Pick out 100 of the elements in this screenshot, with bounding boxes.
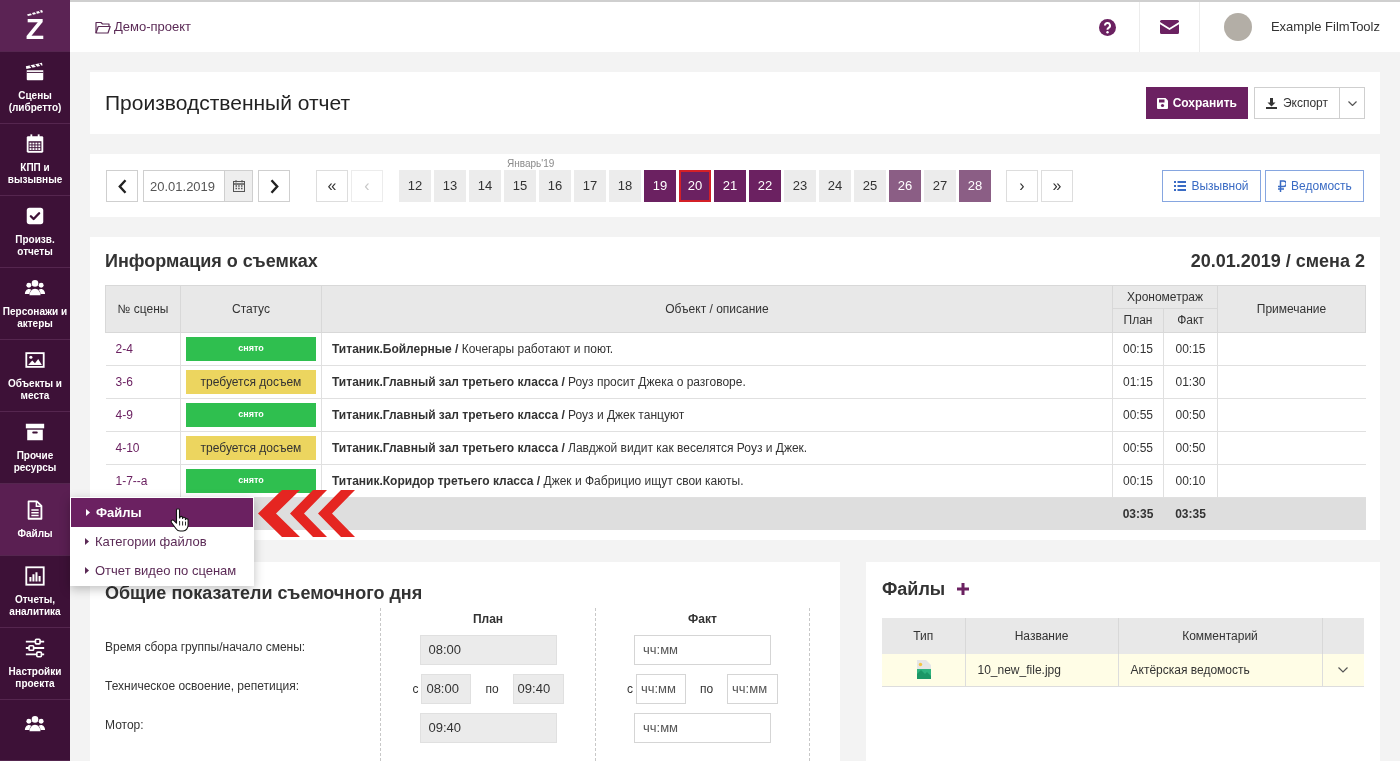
status-badge: требуется досъем	[186, 369, 316, 394]
image-file-icon	[915, 660, 931, 680]
day-button[interactable]: 27	[924, 170, 956, 202]
sidebar-item[interactable]: Файлы	[0, 484, 70, 556]
table-cell: 01:30	[1163, 365, 1218, 398]
chevron-arrow-icon	[258, 490, 355, 537]
range-label: с	[626, 680, 633, 698]
day-button[interactable]: 23	[784, 170, 816, 202]
clapperboard-icon	[24, 61, 46, 83]
archive-box-icon	[24, 421, 46, 443]
save-button[interactable]: Сохранить	[1145, 87, 1248, 119]
shift-date: 20.01.2019 / смена 2	[1190, 250, 1365, 273]
prev-date-button[interactable]	[106, 170, 138, 202]
day-button[interactable]: 24	[819, 170, 851, 202]
table-cell: 10_new_file.jpg	[965, 654, 1118, 686]
time-field[interactable]: чч:мм	[635, 673, 686, 704]
day-button[interactable]: 22	[749, 170, 781, 202]
table-cell: 00:50	[1163, 398, 1218, 431]
report-link-button[interactable]: Ведомость	[1265, 170, 1364, 202]
table-cell: Титаник.Главный зал третьего класса / Роуз и Джек танцуют	[321, 398, 1113, 431]
status-badge: снято	[186, 402, 316, 427]
list-icon	[1174, 180, 1187, 192]
status-badge: снято	[186, 468, 316, 493]
user-menu[interactable]: Example FilmToolz	[1223, 13, 1380, 41]
column-header: Хронометраж	[1112, 285, 1218, 308]
column-header: Название	[965, 618, 1118, 654]
scene-link[interactable]: 4-10	[115, 440, 140, 455]
download-icon	[1265, 97, 1277, 109]
table-cell: Титаник.Главный зал третьего класса / Роуз просит Джека о разговоре.	[321, 365, 1113, 398]
field-label: Мотор:	[105, 716, 144, 734]
plus-icon[interactable]	[957, 583, 970, 595]
table-cell: 00:50	[1163, 431, 1218, 464]
pager-button[interactable]: »	[1041, 170, 1073, 202]
day-button[interactable]: 18	[609, 170, 641, 202]
column-header: Объект / описание	[321, 285, 1113, 332]
scene-link[interactable]: 4-9	[115, 407, 133, 422]
chevron-down-icon[interactable]	[1338, 666, 1349, 673]
next-date-button[interactable]	[258, 170, 290, 202]
column-header: Тип	[882, 618, 965, 654]
export-button[interactable]: Экспорт	[1253, 87, 1340, 119]
day-button[interactable]: 13	[434, 170, 466, 202]
chevron-left-icon	[117, 178, 127, 194]
sliders-icon	[24, 637, 46, 659]
field-label: Время сбора группы/начало смены:	[105, 638, 306, 656]
status-badge: требуется досъем	[186, 435, 316, 460]
table-cell: 00:15	[1112, 464, 1164, 497]
day-button[interactable]: 21	[714, 170, 746, 202]
table-cell: 00:55	[1112, 398, 1164, 431]
menu-item[interactable]: Файлы	[71, 498, 253, 527]
column-header: Комментарий	[1118, 618, 1322, 654]
time-field[interactable]: чч:мм	[727, 673, 779, 704]
calendar-icon	[232, 180, 245, 192]
status-badge: снято	[186, 336, 316, 361]
time-field[interactable]: чч:мм	[634, 634, 771, 665]
date-field[interactable]: 20.01.2019	[143, 170, 225, 202]
day-button[interactable]: 15	[504, 170, 536, 202]
scene-link[interactable]: 2-4	[115, 341, 133, 356]
pager-button[interactable]: ›	[1006, 170, 1038, 202]
table-cell: 00:15	[1112, 332, 1164, 365]
day-button[interactable]: 20	[679, 170, 711, 202]
avatar	[1223, 13, 1252, 41]
menu-item[interactable]: Категории файлов	[70, 527, 254, 556]
hand-cursor-icon	[170, 508, 189, 532]
day-button[interactable]: 16	[539, 170, 571, 202]
day-button[interactable]: 19	[644, 170, 676, 202]
menu-item[interactable]: Отчет видео по сценам	[70, 556, 254, 585]
section-title: Файлы	[882, 578, 946, 600]
report-link-button[interactable]: Вызывной	[1162, 170, 1261, 202]
day-button[interactable]: 25	[854, 170, 886, 202]
table-cell: 01:15	[1112, 365, 1164, 398]
project-link[interactable]: Демо-проект	[95, 17, 192, 37]
section-title: Информация о съемках	[105, 250, 318, 273]
column-header: План	[472, 611, 504, 628]
field-label: Техническое освоение, репетиция:	[105, 677, 300, 695]
day-button[interactable]: 14	[469, 170, 501, 202]
column-header: Факт	[688, 611, 717, 628]
time-field[interactable]: чч:мм	[634, 712, 771, 743]
range-label: по	[699, 680, 714, 698]
calendar-button[interactable]	[225, 170, 253, 202]
scene-link[interactable]: 3-6	[115, 374, 133, 389]
day-button[interactable]: 12	[399, 170, 431, 202]
table-cell: 00:55	[1112, 431, 1164, 464]
month-label: Январь'19	[507, 157, 555, 170]
day-button[interactable]: 28	[959, 170, 991, 202]
range-label: по	[485, 680, 499, 698]
table-cell: Титаник.Главный зал третьего класса / Лавджой видит как веселятся Роуз и Джек.	[321, 431, 1113, 464]
scene-link[interactable]: 1-7--а	[115, 473, 148, 488]
help-icon[interactable]	[1098, 18, 1116, 36]
clapper-icon	[26, 9, 44, 16]
day-button[interactable]: 17	[574, 170, 606, 202]
day-button[interactable]: 26	[889, 170, 921, 202]
folder-icon	[95, 20, 111, 34]
table-cell: 00:15	[1163, 332, 1218, 365]
save-icon	[1156, 97, 1168, 109]
ruble-icon	[1277, 180, 1287, 192]
picture-icon	[24, 349, 46, 371]
mail-icon[interactable]	[1159, 20, 1179, 34]
pager-button[interactable]: «	[316, 170, 348, 202]
column-header	[1322, 618, 1364, 654]
section-title: Общие показатели съемочного дня	[105, 585, 424, 602]
